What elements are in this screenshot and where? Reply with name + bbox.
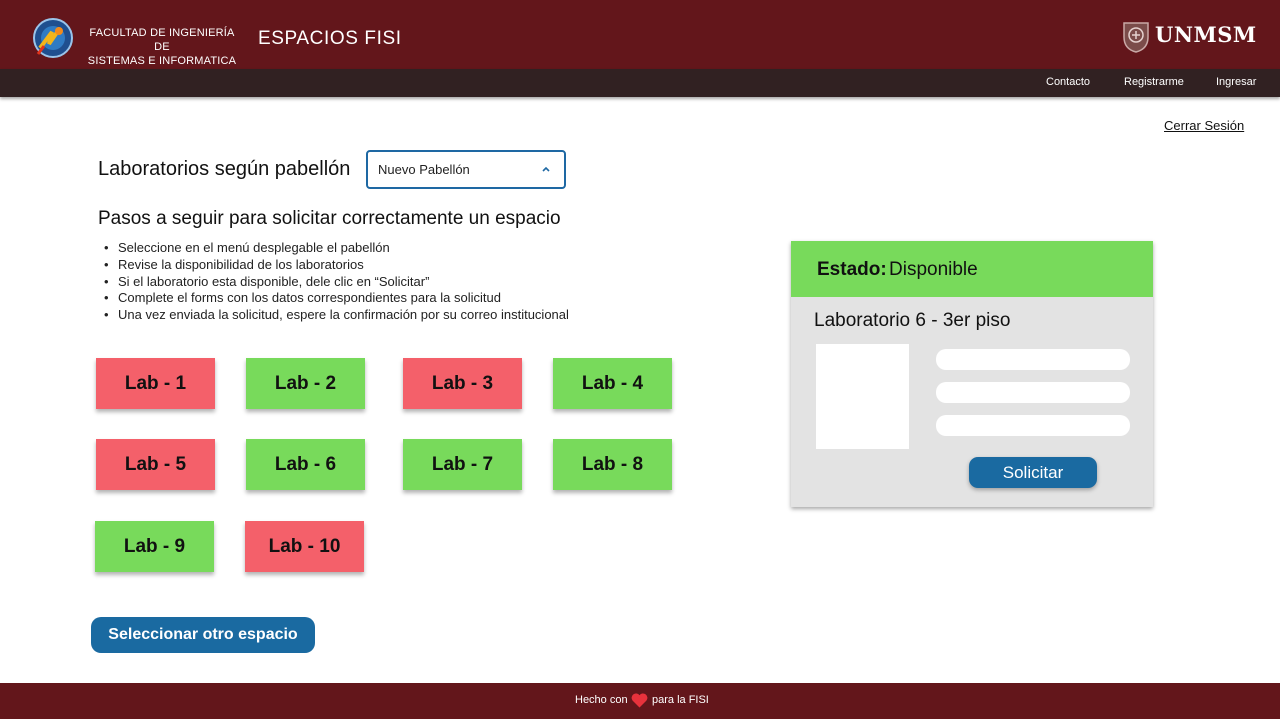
footer: Hecho con para la FISI [0,683,1280,719]
unmsm-seal-icon [1123,22,1149,53]
pavilion-select[interactable]: Nuevo Pabellón [366,150,566,189]
pavilion-select-value: Nuevo Pabellón [378,162,470,177]
info-field-placeholder [936,382,1130,403]
lab-tile-1[interactable]: Lab - 1 [96,358,215,409]
nav-login-link[interactable]: Ingresar [1216,76,1256,88]
site-title[interactable]: ESPACIOS FISI [258,28,402,50]
step-item: Seleccione en el menú desplegable el pab… [104,240,569,257]
nav-bar: Contacto Registrarme Ingresar [0,69,1280,97]
chevron-up-icon [542,166,550,172]
steps-title: Pasos a seguir para solicitar correctame… [98,208,561,229]
nav-register-link[interactable]: Registrarme [1124,76,1184,88]
faculty-name: FACULTAD DE INGENIERÍA DE SISTEMAS E INF… [84,26,240,68]
university-name[interactable]: UNMSM [1155,22,1257,47]
heart-icon [631,693,648,708]
info-field-placeholder [936,349,1130,370]
logout-link[interactable]: Cerrar Sesión [1164,118,1244,133]
pavilion-label: Laboratorios según pabellón [98,158,351,180]
lab-tile-6[interactable]: Lab - 6 [246,439,365,490]
footer-prefix: Hecho con [575,694,628,706]
status-key: Estado: [817,259,887,280]
step-item: Una vez enviada la solicitud, espere la … [104,307,569,324]
lab-tile-7[interactable]: Lab - 7 [403,439,522,490]
info-field-placeholder [936,415,1130,436]
lab-tile-10[interactable]: Lab - 10 [245,521,364,572]
lab-detail-title: Laboratorio 6 - 3er piso [814,310,1011,331]
top-header: FACULTAD DE INGENIERÍA DE SISTEMAS E INF… [0,0,1280,69]
status-header: Estado: Disponible [791,241,1153,297]
lab-image-placeholder [816,344,909,449]
lab-tile-5[interactable]: Lab - 5 [96,439,215,490]
status-value: Disponible [889,259,978,280]
lab-tile-9[interactable]: Lab - 9 [95,521,214,572]
lab-tile-2[interactable]: Lab - 2 [246,358,365,409]
lab-tile-8[interactable]: Lab - 8 [553,439,672,490]
lab-detail-card: Estado: Disponible Laboratorio 6 - 3er p… [791,241,1153,507]
lab-tile-3[interactable]: Lab - 3 [403,358,522,409]
steps-list: Seleccione en el menú desplegable el pab… [104,240,569,324]
request-button[interactable]: Solicitar [969,457,1097,488]
faculty-line-2: SISTEMAS E INFORMATICA [87,55,237,67]
fisi-logo-icon[interactable] [32,18,74,58]
step-item: Complete el forms con los datos correspo… [104,290,569,307]
lab-tile-4[interactable]: Lab - 4 [553,358,672,409]
step-item: Si el laboratorio esta disponible, dele … [104,274,569,291]
faculty-line-1: FACULTAD DE INGENIERÍA DE [89,27,235,53]
step-item: Revise la disponibilidad de los laborato… [104,257,569,274]
select-other-space-button[interactable]: Seleccionar otro espacio [91,617,315,653]
nav-contact-link[interactable]: Contacto [1046,76,1090,88]
footer-suffix: para la FISI [652,694,709,706]
